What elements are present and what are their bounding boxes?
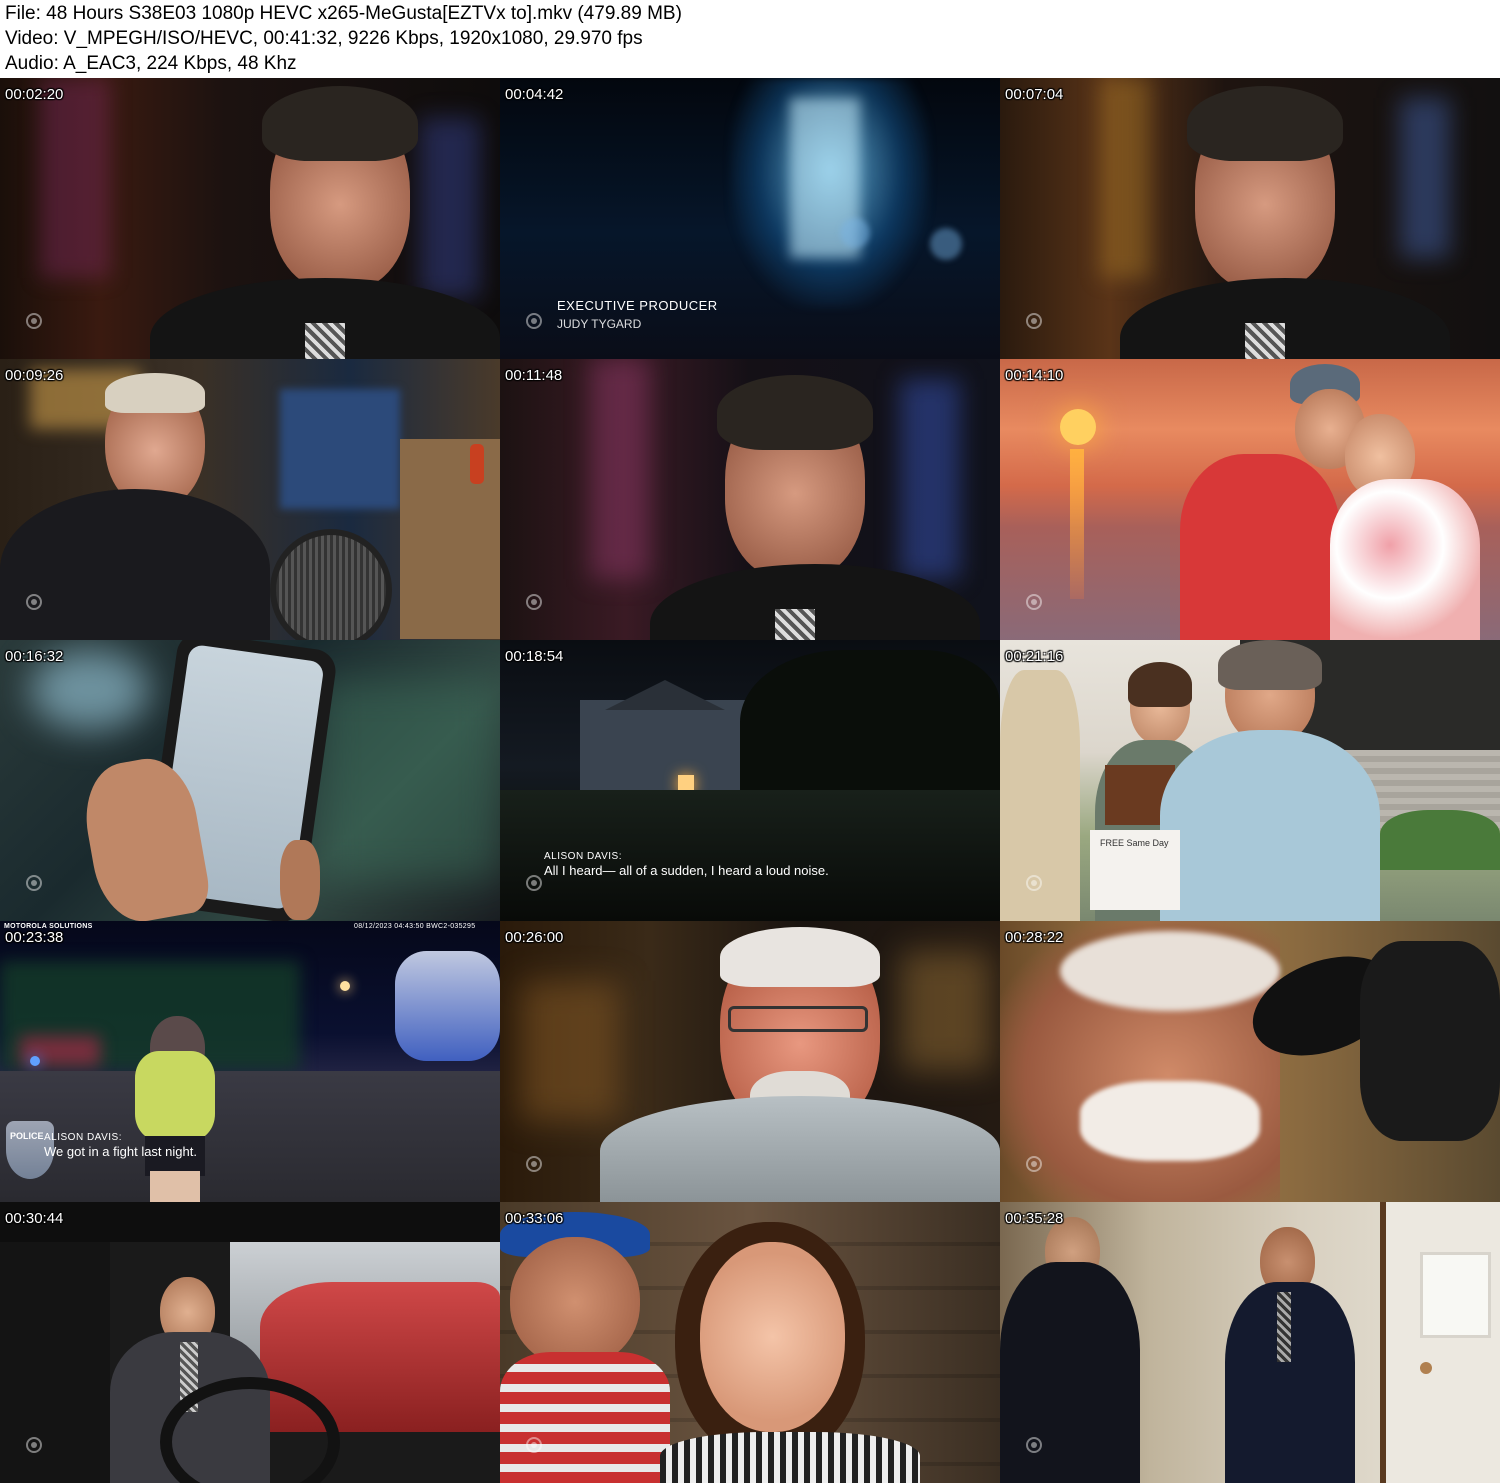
timestamp: 00:26:00 — [505, 929, 564, 946]
caption-text: All I heard— all of a sudden, I heard a … — [544, 863, 829, 878]
thumbnail-3[interactable]: 00:07:04 — [1000, 78, 1500, 359]
thumbnail-14[interactable]: 00:33:06 — [500, 1202, 1000, 1483]
credit-name: JUDY TYGARD — [557, 317, 642, 331]
thumbnail-2[interactable]: EXECUTIVE PRODUCER JUDY TYGARD 00:04:42 — [500, 78, 1000, 359]
timestamp: 00:16:32 — [5, 648, 64, 665]
credit-title: EXECUTIVE PRODUCER — [557, 298, 718, 313]
timestamp: 00:11:48 — [505, 367, 563, 384]
cbs-logo-icon — [26, 594, 42, 610]
timestamp: 00:02:20 — [5, 86, 64, 103]
thumbnail-10[interactable]: POLICE MOTOROLA SOLUTIONS 08/12/2023 04:… — [0, 921, 500, 1202]
timestamp: 00:09:26 — [5, 367, 64, 384]
thumbnail-13[interactable]: 00:30:44 — [0, 1202, 500, 1483]
timestamp: 00:14:10 — [1005, 367, 1064, 384]
cbs-logo-icon — [1026, 1437, 1042, 1453]
cbs-logo-icon — [26, 875, 42, 891]
police-badge-text: POLICE — [10, 1131, 44, 1141]
thumbnail-6[interactable]: 00:14:10 — [1000, 359, 1500, 640]
cbs-logo-icon — [526, 875, 542, 891]
thumbnail-4[interactable]: 00:09:26 — [0, 359, 500, 640]
thumbnail-5[interactable]: 00:11:48 — [500, 359, 1000, 640]
thumbnail-11[interactable]: 00:26:00 — [500, 921, 1000, 1202]
audio-info: Audio: A_EAC3, 224 Kbps, 48 Khz — [5, 53, 297, 74]
thumbnail-8[interactable]: ALISON DAVIS: All I heard— all of a sudd… — [500, 640, 1000, 921]
timestamp: 00:18:54 — [505, 648, 564, 665]
timestamp: 00:04:42 — [505, 86, 564, 103]
cbs-logo-icon — [1026, 1156, 1042, 1172]
thumbnail-1[interactable]: 00:02:20 — [0, 78, 500, 359]
timestamp: 00:30:44 — [5, 1210, 64, 1227]
thumbnail-12[interactable]: 00:28:22 — [1000, 921, 1500, 1202]
cbs-logo-icon — [1026, 875, 1042, 891]
caption-text: We got in a fight last night. — [44, 1144, 197, 1159]
thumbnail-grid: 00:02:20 EXECUTIVE PRODUCER JUDY TYGARD … — [0, 78, 1500, 1483]
bodycam-info: 08/12/2023 04:43:50 BWC2-035295 — [354, 923, 476, 930]
sign-text: FREE Same Day — [1100, 838, 1169, 848]
video-info: Video: V_MPEGH/ISO/HEVC, 00:41:32, 9226 … — [5, 28, 643, 49]
info-header: File: 48 Hours S38E03 1080p HEVC x265-Me… — [0, 0, 1500, 78]
cbs-logo-icon — [1026, 594, 1042, 610]
cbs-logo-icon — [26, 313, 42, 329]
timestamp: 00:33:06 — [505, 1210, 564, 1227]
cbs-logo-icon — [526, 1437, 542, 1453]
thumbnail-7[interactable]: 00:16:32 — [0, 640, 500, 921]
cbs-logo-icon — [526, 594, 542, 610]
thumbnail-15[interactable]: 00:35:28 — [1000, 1202, 1500, 1483]
thumbnail-9[interactable]: FREE Same Day 00:21:16 — [1000, 640, 1500, 921]
cbs-logo-icon — [26, 1437, 42, 1453]
timestamp: 00:21:16 — [1005, 648, 1064, 665]
cbs-logo-icon — [526, 1156, 542, 1172]
cbs-logo-icon — [1026, 313, 1042, 329]
timestamp: 00:28:22 — [1005, 929, 1064, 946]
cbs-logo-icon — [526, 313, 542, 329]
timestamp: 00:35:28 — [1005, 1210, 1064, 1227]
timestamp: 00:07:04 — [1005, 86, 1064, 103]
caption-speaker: ALISON DAVIS: — [44, 1132, 123, 1143]
timestamp: 00:23:38 — [5, 929, 64, 946]
caption-speaker: ALISON DAVIS: — [544, 851, 623, 862]
file-info: File: 48 Hours S38E03 1080p HEVC x265-Me… — [5, 3, 682, 24]
